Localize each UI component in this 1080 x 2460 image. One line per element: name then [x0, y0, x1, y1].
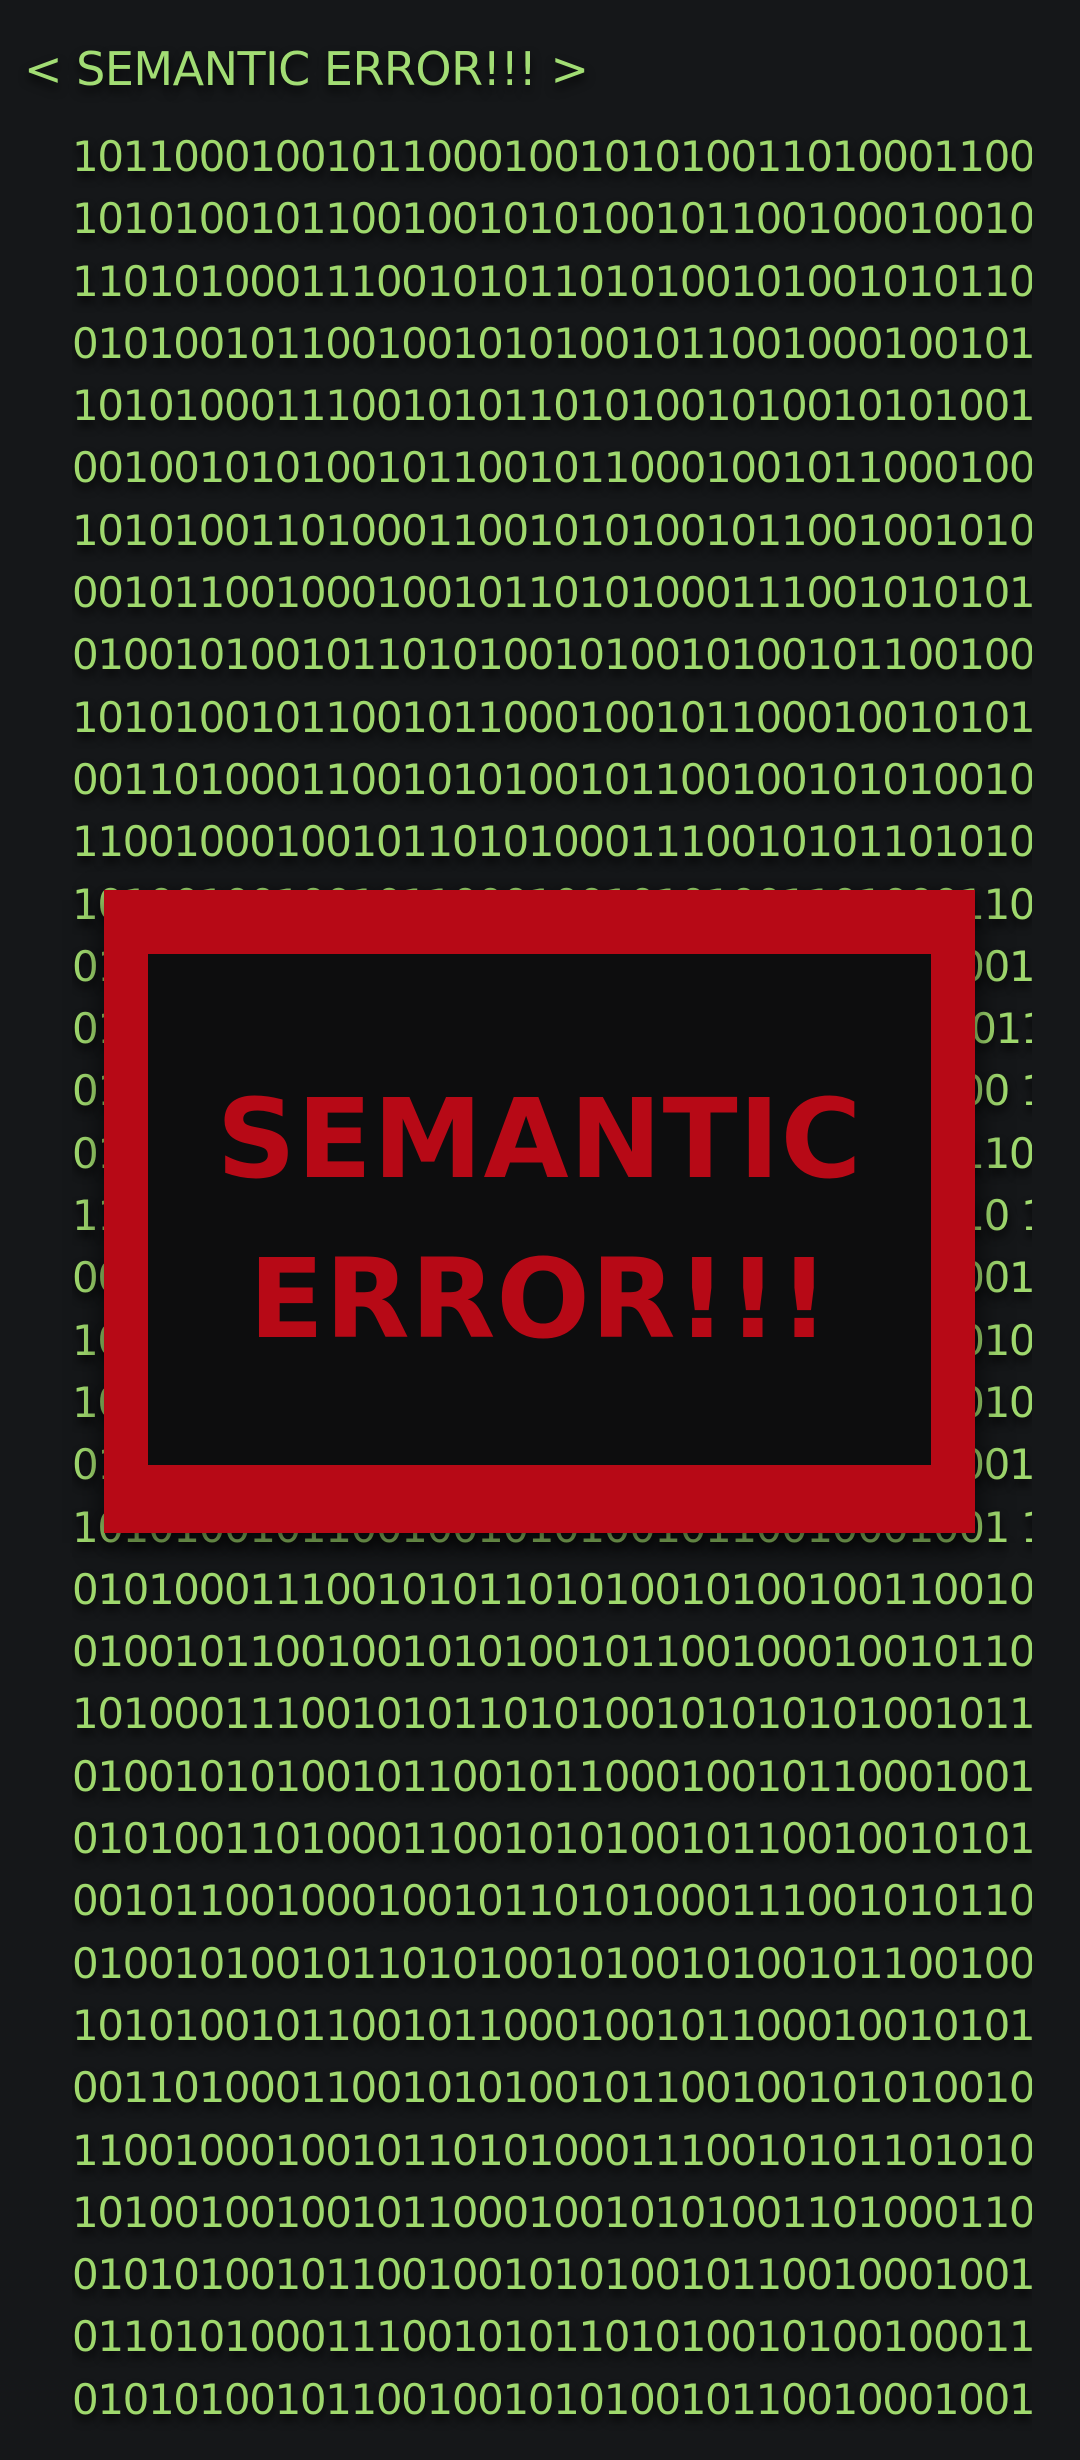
binary-line: 11001000100101101010001110010101101010 0 — [72, 2125, 1032, 2175]
binary-line: 1100100010010110101000111001010110101010… — [72, 817, 1032, 867]
binary-line: 0010010101001011001011000100101100010000 — [72, 443, 1032, 493]
error-box-inner-panel: SEMANTIC ERROR!!! — [148, 954, 931, 1465]
binary-line: 01010100101100100101010010110010001001 — [72, 2374, 1032, 2424]
binary-line: 1010100110100011001010100101100100101010… — [72, 505, 1032, 555]
error-text-line-1: SEMANTIC — [216, 1075, 863, 1203]
binary-line: 10101001011001001010100101100100010010 — [72, 194, 1032, 244]
binary-line: 01001010100101100101100010010110001001 — [72, 1751, 1032, 1801]
binary-line: 10110001001011000100101010011010001100 — [72, 132, 1032, 181]
binary-line: 0101001011001001010100101100100010010101 — [72, 318, 1032, 368]
binary-line: 1010100011100101011010100101001010100101… — [72, 381, 1032, 431]
binary-line: 01001011001001010100101100100010010110 — [72, 1627, 1032, 1677]
binary-line: 00110100011001010100101100100101010010 — [72, 2063, 1032, 2113]
binary-line: 00101100100010010110101000111001010110 1 — [72, 1876, 1032, 1926]
binary-line: 10100011100101011010100101010101001011 0 — [72, 1689, 1032, 1739]
binary-line: 10101001011001011000100101100010010101 — [72, 692, 1032, 742]
binary-line: 10101001011001011000100101100010010101 — [72, 2000, 1032, 2050]
binary-line: 0010110010001001011010100011100101010110… — [72, 568, 1032, 618]
page-title: < SEMANTIC ERROR!!! > — [24, 42, 589, 96]
binary-line: 01010011010001100101010010110010010101 — [72, 1814, 1032, 1864]
binary-line: 00110100011001010100101100100101010010 — [72, 754, 1032, 804]
error-text-line-2: ERROR!!! — [248, 1235, 831, 1363]
binary-line: 01010001110010101101010010100100110010 1 — [72, 1564, 1032, 1614]
semantic-error-box: SEMANTIC ERROR!!! — [104, 890, 975, 1533]
binary-line: 10100100100101100010010101001101000110 — [72, 2187, 1032, 2237]
binary-line: 1101010001110010101101010010100101011000… — [72, 256, 1032, 306]
binary-line: 01101010001110010101101010010100100011 0 — [72, 2312, 1032, 2362]
binary-line: 010010100101101010010100101001011001001 … — [72, 630, 1032, 680]
binary-line: 01001010010110101001010010100101100100 — [72, 1938, 1032, 1988]
binary-line: 01010100101100100101010010110010001001 — [72, 2250, 1032, 2300]
